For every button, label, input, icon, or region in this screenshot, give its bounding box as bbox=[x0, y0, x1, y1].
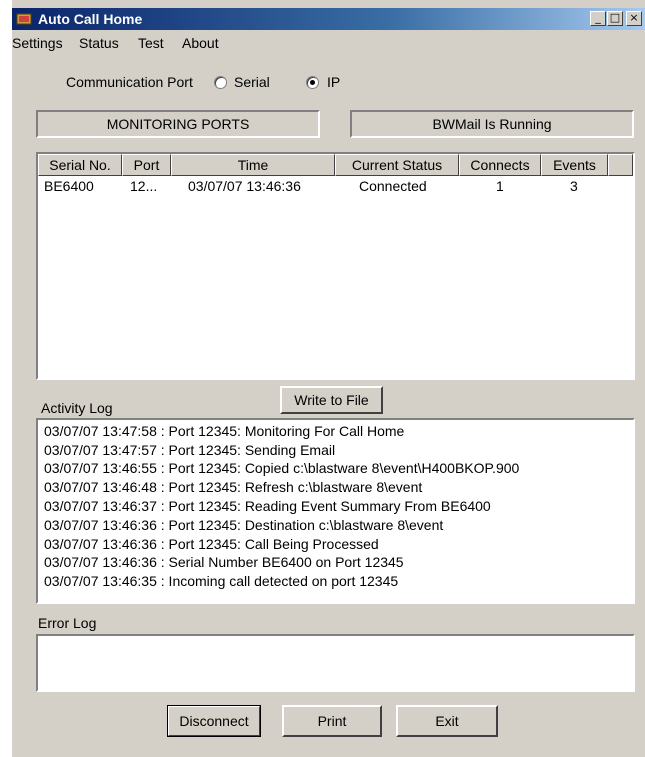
column-connects[interactable]: Connects bbox=[459, 154, 541, 176]
monitoring-ports-panel: MONITORING PORTS bbox=[36, 110, 320, 138]
log-line: 03/07/07 13:46:37 : Port 12345: Reading … bbox=[44, 498, 491, 514]
print-button[interactable]: Print bbox=[282, 705, 382, 737]
maximize-button[interactable]: □ bbox=[607, 11, 623, 26]
log-line: 03/07/07 13:46:36 : Port 12345: Destinat… bbox=[44, 517, 444, 533]
menu-status[interactable]: Status bbox=[79, 35, 119, 51]
column-port[interactable]: Port bbox=[122, 154, 171, 176]
activity-log[interactable]: 03/07/07 13:47:58 : Port 12345: Monitori… bbox=[36, 418, 635, 604]
serial-radio-label[interactable]: Serial bbox=[234, 74, 270, 90]
menu-test[interactable]: Test bbox=[138, 35, 164, 51]
menu-about[interactable]: About bbox=[182, 35, 219, 51]
table-row[interactable]: BE6400 12... 03/07/07 13:46:36 Connected… bbox=[38, 177, 633, 195]
cell-port: 12... bbox=[130, 178, 158, 194]
window-title: Auto Call Home bbox=[38, 11, 143, 27]
cell-time: 03/07/07 13:46:36 bbox=[188, 178, 301, 194]
menu-settings[interactable]: Settings bbox=[12, 35, 63, 51]
menu-bar: Settings Status Test About bbox=[12, 32, 645, 54]
log-line: 03/07/07 13:46:35 : Incoming call detect… bbox=[44, 573, 399, 589]
exit-button[interactable]: Exit bbox=[396, 705, 498, 737]
column-current-status[interactable]: Current Status bbox=[335, 154, 459, 176]
communication-port-label: Communication Port bbox=[66, 74, 193, 90]
log-line: 03/07/07 13:46:36 : Port 12345: Call Bei… bbox=[44, 536, 379, 552]
cell-current-status: Connected bbox=[359, 178, 427, 194]
column-filler bbox=[608, 154, 633, 176]
log-line: 03/07/07 13:46:48 : Port 12345: Refresh … bbox=[44, 479, 423, 495]
cell-events: 3 bbox=[570, 178, 578, 194]
log-line: 03/07/07 13:47:58 : Port 12345: Monitori… bbox=[44, 423, 405, 439]
minimize-button[interactable]: _ bbox=[590, 11, 606, 26]
error-log[interactable] bbox=[36, 634, 635, 692]
app-icon bbox=[16, 13, 32, 25]
log-line: 03/07/07 13:46:55 : Port 12345: Copied c… bbox=[44, 460, 520, 476]
log-line: 03/07/07 13:46:36 : Serial Number BE6400… bbox=[44, 554, 404, 570]
ports-table[interactable]: Serial No. Port Time Current Status Conn… bbox=[36, 152, 635, 380]
column-time[interactable]: Time bbox=[171, 154, 335, 176]
log-line: 03/07/07 13:47:57 : Port 12345: Sending … bbox=[44, 442, 336, 458]
disconnect-button[interactable]: Disconnect bbox=[167, 705, 261, 737]
activity-log-label: Activity Log bbox=[41, 400, 113, 416]
write-to-file-button[interactable]: Write to File bbox=[280, 386, 383, 414]
ip-radio-label[interactable]: IP bbox=[327, 74, 340, 90]
column-events[interactable]: Events bbox=[541, 154, 608, 176]
ports-table-header: Serial No. Port Time Current Status Conn… bbox=[38, 154, 633, 176]
error-log-label: Error Log bbox=[38, 615, 97, 631]
cell-serial-no: BE6400 bbox=[44, 178, 94, 194]
app-window: Auto Call Home _ □ × Settings Status Tes… bbox=[11, 0, 645, 757]
serial-radio[interactable] bbox=[214, 76, 227, 89]
ip-radio[interactable] bbox=[306, 76, 319, 89]
close-button[interactable]: × bbox=[626, 11, 642, 26]
bwmail-status-panel: BWMail Is Running bbox=[350, 110, 634, 138]
title-bar[interactable]: Auto Call Home _ □ × bbox=[12, 8, 645, 30]
column-serial-no[interactable]: Serial No. bbox=[38, 154, 122, 176]
cell-connects: 1 bbox=[496, 178, 504, 194]
